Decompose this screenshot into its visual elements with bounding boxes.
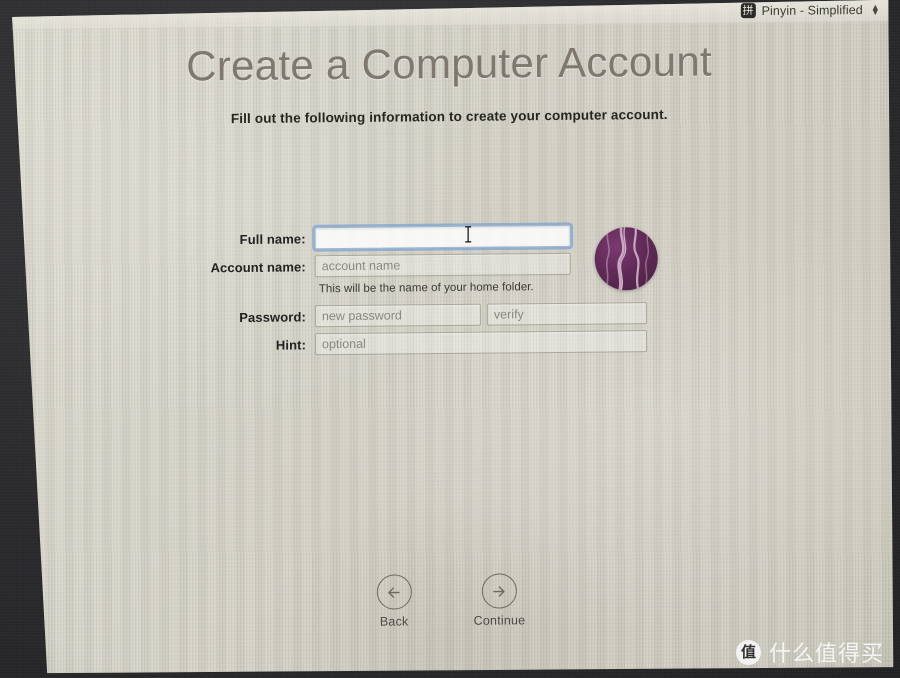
screen-area: 拼 Pinyin - Simplified ▲ ▼ Create a Compu… [6,0,894,678]
full-name-label: Full name: [239,231,306,248]
page-subtitle: Fill out the following information to cr… [230,106,668,127]
macos-setup-assistant: 拼 Pinyin - Simplified ▲ ▼ Create a Compu… [6,0,894,678]
arrow-right-circle-icon [482,573,517,608]
watermark-text: 什么值得买 [768,642,884,667]
pinyin-ime-icon: 拼 [742,4,754,18]
password-input[interactable]: new password [315,304,481,328]
chevron-updown-icon: ▲ ▼ [871,4,880,14]
account-name-input[interactable]: account name [315,253,571,277]
back-button[interactable]: Back [376,574,411,628]
page-title: Create a Computer Account [186,37,713,90]
full-name-input[interactable] [315,225,571,249]
account-name-label: Account name: [210,259,306,276]
continue-button[interactable]: Continue [473,573,525,627]
avatar[interactable] [595,227,658,291]
input-source-label: Pinyin - Simplified [761,2,863,18]
password-row: Password: new password verify [203,302,673,331]
arrow-left-circle-icon [376,574,411,609]
hint-row: Hint: optional [203,330,673,359]
hint-input[interactable]: optional [315,330,647,355]
input-source-menu[interactable]: 拼 Pinyin - Simplified ▲ ▼ [741,2,880,18]
hint-label: Hint: [275,337,307,353]
verify-password-input[interactable]: verify [487,302,647,326]
password-label: Password: [239,309,306,326]
photo-of-laptop-screen: 拼 Pinyin - Simplified ▲ ▼ Create a Compu… [0,0,900,678]
menu-bar: 拼 Pinyin - Simplified ▲ ▼ [6,0,892,30]
navigation-buttons: Back Continue [8,570,894,633]
continue-button-label: Continue [473,613,526,628]
chevron-down-icon: ▼ [870,6,880,17]
back-button-label: Back [379,614,409,629]
watermark-logo-icon: 值 [735,639,761,665]
watermark: 值 什么值得买 [735,636,884,668]
